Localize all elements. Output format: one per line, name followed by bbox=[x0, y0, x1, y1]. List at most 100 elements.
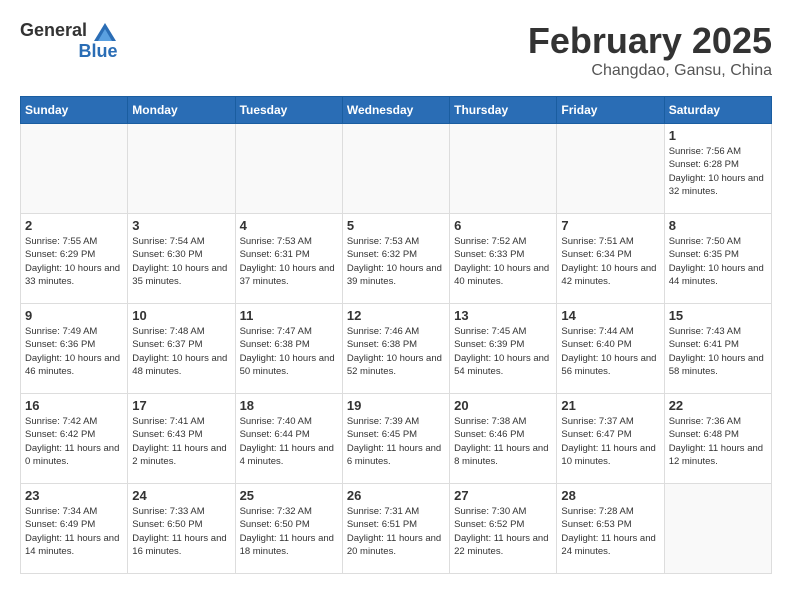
day-info: Sunrise: 7:48 AM Sunset: 6:37 PM Dayligh… bbox=[132, 325, 230, 378]
calendar-day-cell bbox=[664, 484, 771, 574]
day-number: 27 bbox=[454, 488, 552, 503]
day-info: Sunrise: 7:50 AM Sunset: 6:35 PM Dayligh… bbox=[669, 235, 767, 288]
day-of-week-header: Monday bbox=[128, 97, 235, 124]
day-info: Sunrise: 7:52 AM Sunset: 6:33 PM Dayligh… bbox=[454, 235, 552, 288]
day-number: 21 bbox=[561, 398, 659, 413]
day-info: Sunrise: 7:30 AM Sunset: 6:52 PM Dayligh… bbox=[454, 505, 552, 558]
day-of-week-header: Saturday bbox=[664, 97, 771, 124]
calendar-day-cell: 4 Sunrise: 7:53 AM Sunset: 6:31 PM Daylig… bbox=[235, 214, 342, 304]
calendar-week-row: 23 Sunrise: 7:34 AM Sunset: 6:49 PM Dayli… bbox=[21, 484, 772, 574]
day-info: Sunrise: 7:31 AM Sunset: 6:51 PM Dayligh… bbox=[347, 505, 445, 558]
day-number: 12 bbox=[347, 308, 445, 323]
day-number: 24 bbox=[132, 488, 230, 503]
day-number: 9 bbox=[25, 308, 123, 323]
day-number: 6 bbox=[454, 218, 552, 233]
calendar-day-cell: 28Sunrise: 7:28 AM Sunset: 6:53 PM Dayli… bbox=[557, 484, 664, 574]
calendar-day-cell bbox=[235, 124, 342, 214]
calendar-week-row: 1 Sunrise: 7:56 AM Sunset: 6:28 PM Daylig… bbox=[21, 124, 772, 214]
day-number: 28 bbox=[561, 488, 659, 503]
day-number: 18 bbox=[240, 398, 338, 413]
day-info: Sunrise: 7:55 AM Sunset: 6:29 PM Dayligh… bbox=[25, 235, 123, 288]
calendar-day-cell: 16 Sunrise: 7:42 AM Sunset: 6:42 PM Dayli… bbox=[21, 394, 128, 484]
day-number: 25 bbox=[240, 488, 338, 503]
day-number: 3 bbox=[132, 218, 230, 233]
day-info: Sunrise: 7:33 AM Sunset: 6:50 PM Dayligh… bbox=[132, 505, 230, 558]
day-info: Sunrise: 7:37 AM Sunset: 6:47 PM Dayligh… bbox=[561, 415, 659, 468]
calendar-day-cell: 21 Sunrise: 7:37 AM Sunset: 6:47 PM Dayli… bbox=[557, 394, 664, 484]
calendar-day-cell: 8 Sunrise: 7:50 AM Sunset: 6:35 PM Daylig… bbox=[664, 214, 771, 304]
calendar-day-cell: 1 Sunrise: 7:56 AM Sunset: 6:28 PM Daylig… bbox=[664, 124, 771, 214]
day-number: 14 bbox=[561, 308, 659, 323]
calendar-day-cell: 5 Sunrise: 7:53 AM Sunset: 6:32 PM Daylig… bbox=[342, 214, 449, 304]
calendar-day-cell: 11 Sunrise: 7:47 AM Sunset: 6:38 PM Dayli… bbox=[235, 304, 342, 394]
day-number: 5 bbox=[347, 218, 445, 233]
day-info: Sunrise: 7:44 AM Sunset: 6:40 PM Dayligh… bbox=[561, 325, 659, 378]
day-info: Sunrise: 7:34 AM Sunset: 6:49 PM Dayligh… bbox=[25, 505, 123, 558]
day-number: 11 bbox=[240, 308, 338, 323]
calendar-day-cell: 27 Sunrise: 7:30 AM Sunset: 6:52 PM Dayli… bbox=[450, 484, 557, 574]
calendar-day-cell bbox=[557, 124, 664, 214]
day-info: Sunrise: 7:38 AM Sunset: 6:46 PM Dayligh… bbox=[454, 415, 552, 468]
day-number: 4 bbox=[240, 218, 338, 233]
calendar-week-row: 9 Sunrise: 7:49 AM Sunset: 6:36 PM Daylig… bbox=[21, 304, 772, 394]
calendar-day-cell bbox=[128, 124, 235, 214]
day-info: Sunrise: 7:41 AM Sunset: 6:43 PM Dayligh… bbox=[132, 415, 230, 468]
calendar-day-cell: 12 Sunrise: 7:46 AM Sunset: 6:38 PM Dayli… bbox=[342, 304, 449, 394]
day-info: Sunrise: 7:45 AM Sunset: 6:39 PM Dayligh… bbox=[454, 325, 552, 378]
day-number: 16 bbox=[25, 398, 123, 413]
day-number: 8 bbox=[669, 218, 767, 233]
title-area: February 2025 Changdao, Gansu, China bbox=[528, 20, 772, 80]
day-info: Sunrise: 7:49 AM Sunset: 6:36 PM Dayligh… bbox=[25, 325, 123, 378]
day-info: Sunrise: 7:47 AM Sunset: 6:38 PM Dayligh… bbox=[240, 325, 338, 378]
calendar-day-cell: 2 Sunrise: 7:55 AM Sunset: 6:29 PM Daylig… bbox=[21, 214, 128, 304]
day-info: Sunrise: 7:42 AM Sunset: 6:42 PM Dayligh… bbox=[25, 415, 123, 468]
calendar-header-row: SundayMondayTuesdayWednesdayThursdayFrid… bbox=[21, 97, 772, 124]
day-info: Sunrise: 7:39 AM Sunset: 6:45 PM Dayligh… bbox=[347, 415, 445, 468]
day-number: 10 bbox=[132, 308, 230, 323]
logo-general: General bbox=[20, 20, 87, 40]
day-number: 2 bbox=[25, 218, 123, 233]
calendar-day-cell: 9 Sunrise: 7:49 AM Sunset: 6:36 PM Daylig… bbox=[21, 304, 128, 394]
calendar-day-cell: 18 Sunrise: 7:40 AM Sunset: 6:44 PM Dayli… bbox=[235, 394, 342, 484]
day-number: 13 bbox=[454, 308, 552, 323]
day-info: Sunrise: 7:53 AM Sunset: 6:31 PM Dayligh… bbox=[240, 235, 338, 288]
calendar-day-cell: 14 Sunrise: 7:44 AM Sunset: 6:40 PM Dayli… bbox=[557, 304, 664, 394]
page-header: General Blue February 2025 Changdao, Gan… bbox=[20, 20, 772, 80]
day-info: Sunrise: 7:43 AM Sunset: 6:41 PM Dayligh… bbox=[669, 325, 767, 378]
day-info: Sunrise: 7:46 AM Sunset: 6:38 PM Dayligh… bbox=[347, 325, 445, 378]
day-info: Sunrise: 7:32 AM Sunset: 6:50 PM Dayligh… bbox=[240, 505, 338, 558]
calendar-day-cell: 24 Sunrise: 7:33 AM Sunset: 6:50 PM Dayli… bbox=[128, 484, 235, 574]
day-number: 17 bbox=[132, 398, 230, 413]
day-number: 15 bbox=[669, 308, 767, 323]
day-of-week-header: Friday bbox=[557, 97, 664, 124]
logo: General Blue bbox=[20, 20, 118, 62]
calendar-day-cell: 13 Sunrise: 7:45 AM Sunset: 6:39 PM Dayli… bbox=[450, 304, 557, 394]
day-of-week-header: Thursday bbox=[450, 97, 557, 124]
calendar-day-cell: 26 Sunrise: 7:31 AM Sunset: 6:51 PM Dayli… bbox=[342, 484, 449, 574]
day-number: 7 bbox=[561, 218, 659, 233]
day-info: Sunrise: 7:36 AM Sunset: 6:48 PM Dayligh… bbox=[669, 415, 767, 468]
calendar-day-cell bbox=[450, 124, 557, 214]
calendar-week-row: 2 Sunrise: 7:55 AM Sunset: 6:29 PM Daylig… bbox=[21, 214, 772, 304]
day-info: Sunrise: 7:40 AM Sunset: 6:44 PM Dayligh… bbox=[240, 415, 338, 468]
day-number: 1 bbox=[669, 128, 767, 143]
logo-icon bbox=[94, 23, 116, 41]
day-number: 26 bbox=[347, 488, 445, 503]
calendar-day-cell bbox=[342, 124, 449, 214]
day-info: Sunrise: 7:54 AM Sunset: 6:30 PM Dayligh… bbox=[132, 235, 230, 288]
calendar-day-cell: 15 Sunrise: 7:43 AM Sunset: 6:41 PM Dayli… bbox=[664, 304, 771, 394]
calendar-day-cell bbox=[21, 124, 128, 214]
calendar-day-cell: 19Sunrise: 7:39 AM Sunset: 6:45 PM Dayli… bbox=[342, 394, 449, 484]
day-of-week-header: Wednesday bbox=[342, 97, 449, 124]
location-subtitle: Changdao, Gansu, China bbox=[528, 62, 772, 80]
day-info: Sunrise: 7:53 AM Sunset: 6:32 PM Dayligh… bbox=[347, 235, 445, 288]
day-info: Sunrise: 7:56 AM Sunset: 6:28 PM Dayligh… bbox=[669, 145, 767, 198]
calendar-day-cell: 22 Sunrise: 7:36 AM Sunset: 6:48 PM Dayli… bbox=[664, 394, 771, 484]
calendar-day-cell: 17 Sunrise: 7:41 AM Sunset: 6:43 PM Dayli… bbox=[128, 394, 235, 484]
day-of-week-header: Sunday bbox=[21, 97, 128, 124]
day-of-week-header: Tuesday bbox=[235, 97, 342, 124]
day-number: 23 bbox=[25, 488, 123, 503]
day-number: 20 bbox=[454, 398, 552, 413]
day-number: 22 bbox=[669, 398, 767, 413]
calendar-week-row: 16 Sunrise: 7:42 AM Sunset: 6:42 PM Dayli… bbox=[21, 394, 772, 484]
